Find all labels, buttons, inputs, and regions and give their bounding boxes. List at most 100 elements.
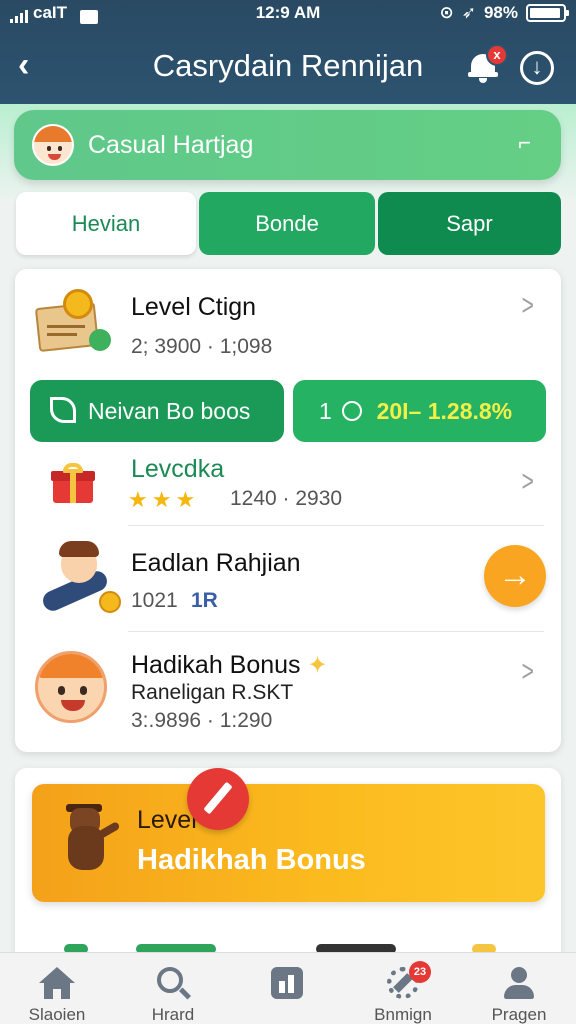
nav-item-bnmign[interactable]: 23 Bnmign xyxy=(348,953,458,1024)
list-item-detail: 3:.9896 · 1:290 xyxy=(131,709,273,732)
bonus-rate-button[interactable]: 1 20I– 1.28.8% xyxy=(293,380,546,442)
nav-label: Slaoien xyxy=(28,1005,86,1024)
chevron-right-icon[interactable]: > xyxy=(522,465,534,499)
rating-stars-icon: ★★★ xyxy=(128,487,200,512)
person-head xyxy=(511,967,527,983)
list-item-title: Eadlan Rahjian xyxy=(131,549,301,577)
divider xyxy=(128,525,544,526)
app-header: caIT 12:9 AM ⊙ ➶ 98% ‹ Casrydain Rennija… xyxy=(0,0,576,104)
user-name: Casual Hartjag xyxy=(88,131,254,159)
list-item-subtitle: 1240 · 2930 xyxy=(230,487,343,510)
pen-shape xyxy=(203,781,233,815)
nav-item-pragen[interactable]: Pragen xyxy=(464,953,574,1024)
avatar-hair xyxy=(38,654,104,678)
avatar-eye xyxy=(47,146,51,151)
level-row-title: Level Ctign xyxy=(131,293,257,321)
level-row-subtitle: 2; 3900 · 1;098 xyxy=(131,335,273,358)
status-right: ⊙ ➶ 98% xyxy=(439,3,569,23)
search-icon xyxy=(155,967,192,1001)
peek-mark xyxy=(136,944,216,952)
navigation-icon: ➶ xyxy=(461,3,476,22)
avatar-eye xyxy=(58,686,65,695)
notification-badge: x xyxy=(486,44,508,66)
user-profile-bar[interactable]: Casual Hartjag ⌐ xyxy=(14,110,561,180)
list-item-subtitle: 1021 xyxy=(131,589,178,612)
nav-label: Bnmign xyxy=(374,1005,432,1024)
gift-bow xyxy=(63,463,83,473)
nav-label: Hrard xyxy=(151,1005,195,1024)
coin-icon xyxy=(63,289,93,319)
settings-icon: 23 xyxy=(385,961,431,1001)
profile-icon xyxy=(501,967,537,1001)
divider xyxy=(128,631,544,632)
sparkle-icon: ✦ xyxy=(307,652,328,679)
list-item-title: Hadikah Bonus ✦ xyxy=(131,651,328,680)
promo-line1: Level xyxy=(137,806,197,834)
nav-item-leaderboard[interactable] xyxy=(232,953,342,1024)
bonus-rate-prefix: 1 xyxy=(319,398,332,424)
bell-lip xyxy=(468,72,498,77)
bonus-rate-value: 20I– 1.28.8% xyxy=(376,398,513,424)
treasure-scroll-icon xyxy=(31,287,111,359)
bottom-nav: Slaoien Hrard 23 Bnmign Pragen xyxy=(0,952,576,1024)
avatar-mouth xyxy=(48,154,61,160)
kid-with-cannon-icon xyxy=(39,541,121,617)
peek-mark xyxy=(316,944,396,952)
home-icon xyxy=(39,967,75,1001)
rewards-card: Level Ctign 2; 3900 · 1;098 > Neivan Bo … xyxy=(15,269,561,752)
nav-item-slaoien[interactable]: Slaoien xyxy=(2,953,112,1024)
gift-icon xyxy=(51,463,95,503)
tab-sapr[interactable]: Sapr xyxy=(378,192,561,255)
board-bar xyxy=(279,981,285,993)
bell-clapper xyxy=(479,78,487,83)
tab-bar: Hevian Bonde Sapr xyxy=(14,192,561,255)
nav-row: ‹ Casrydain Rennijan x ↓ xyxy=(0,36,576,98)
user-bar-chevron: ⌐ xyxy=(518,130,531,155)
nav-label: Pragen xyxy=(491,1005,547,1024)
avatar-eye xyxy=(80,686,87,695)
download-circle-icon[interactable]: ↓ xyxy=(520,51,554,85)
board-bar xyxy=(288,975,294,993)
home-roof xyxy=(39,967,75,983)
peek-mark xyxy=(64,944,88,952)
bear-arm xyxy=(97,821,121,839)
avatar-eye xyxy=(58,146,62,151)
list-item-title-text: Hadikah Bonus xyxy=(131,651,301,679)
notification-bell-button[interactable]: x xyxy=(468,44,508,84)
chevron-right-icon[interactable]: > xyxy=(522,655,534,689)
promo-banner[interactable]: Level Hadikhah Bonus xyxy=(32,784,545,902)
slime-icon xyxy=(89,329,111,351)
list-item-title: Levcdka xyxy=(131,455,225,483)
go-arrow-button[interactable]: → xyxy=(484,545,546,607)
check-circle-icon xyxy=(342,400,363,421)
bonus-boost-label: Neivan Bo boos xyxy=(88,398,251,424)
battery-percent: 98% xyxy=(483,3,518,22)
location-icon: ⊙ xyxy=(439,3,454,22)
leaderboard-icon xyxy=(269,967,305,1001)
next-item-peek xyxy=(60,938,520,952)
avatar-mouth xyxy=(61,700,85,711)
kid-hair xyxy=(59,541,99,557)
bonus-boost-button[interactable]: Neivan Bo boos xyxy=(30,380,284,442)
coin-icon xyxy=(99,591,121,613)
peek-mark xyxy=(472,944,496,952)
edit-pen-icon[interactable] xyxy=(187,768,249,830)
battery-icon xyxy=(526,4,569,22)
list-item-subtitle: Raneligan R.SKT xyxy=(131,681,294,704)
avatar xyxy=(32,124,74,166)
status-bar: caIT 12:9 AM ⊙ ➶ 98% xyxy=(0,0,576,28)
scroll-line xyxy=(47,325,85,328)
home-door xyxy=(53,989,61,999)
search-handle xyxy=(178,987,192,1000)
chevron-right-icon[interactable]: > xyxy=(522,289,534,323)
tab-hevian[interactable]: Hevian xyxy=(16,192,196,255)
promo-line2: Hadikhah Bonus xyxy=(137,844,366,876)
list-item-tag: 1R xyxy=(191,589,218,612)
person-body xyxy=(504,985,534,999)
nav-item-hrard[interactable]: Hrard xyxy=(118,953,228,1024)
tab-bonde[interactable]: Bonde xyxy=(199,192,375,255)
avatar-hair xyxy=(34,126,72,142)
leaf-icon xyxy=(50,397,76,423)
scroll-line xyxy=(47,333,77,336)
nav-badge: 23 xyxy=(409,961,431,983)
